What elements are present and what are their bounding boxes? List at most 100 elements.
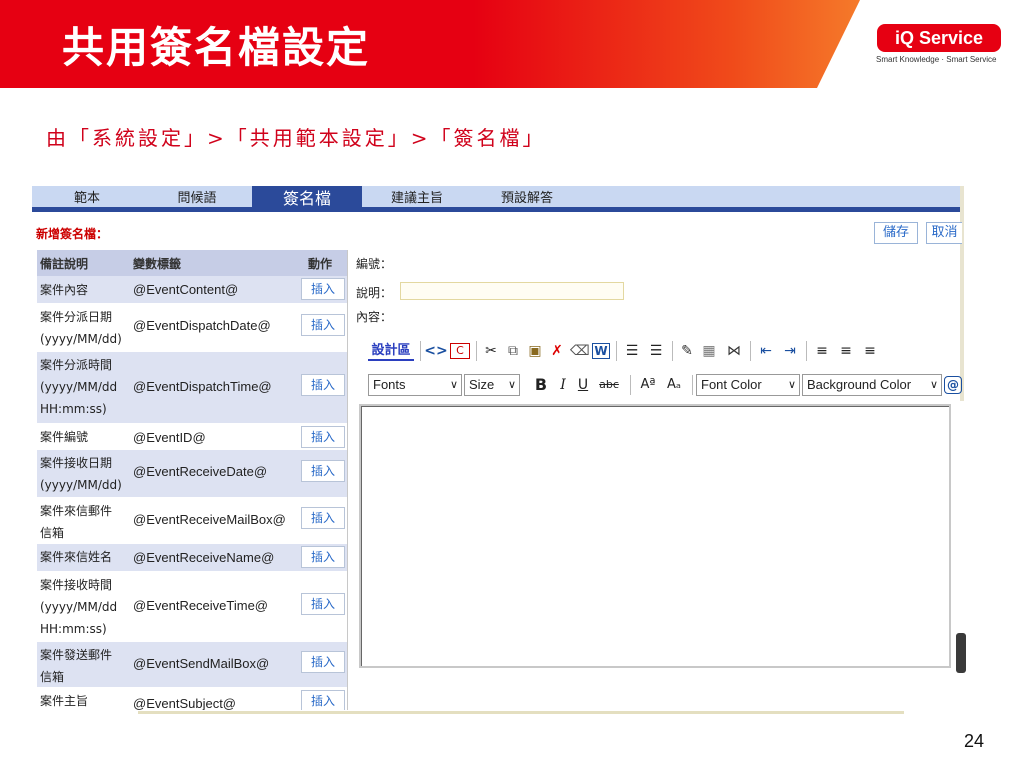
toolbar-separator bbox=[616, 341, 617, 361]
tab-template[interactable]: 範本 bbox=[32, 186, 142, 212]
align-left-icon[interactable]: ≡ bbox=[812, 341, 832, 361]
insert-button[interactable]: 插入 bbox=[301, 593, 345, 615]
row-desc: 案件接收時間 (yyyy/MM/dd HH:mm:ss) bbox=[40, 578, 118, 636]
horizontal-rule-icon[interactable]: ⋈ bbox=[722, 341, 746, 361]
tab-signature[interactable]: 簽名檔 bbox=[252, 186, 362, 212]
row-desc: 案件來信郵件 信箱 bbox=[40, 504, 113, 540]
font-color-select[interactable]: Font Color ∨ bbox=[696, 374, 800, 396]
paste-icon[interactable]: ⧉ bbox=[504, 341, 522, 361]
table-row: 案件分派時間 (yyyy/MM/dd HH:mm:ss) @EventDispa… bbox=[37, 352, 347, 424]
row-var: @EventReceiveName@ bbox=[133, 550, 275, 565]
align-right-icon[interactable]: ≡ bbox=[860, 341, 880, 361]
insert-button[interactable]: 插入 bbox=[301, 546, 345, 568]
row-var: @EventSubject@ bbox=[133, 696, 236, 710]
paste-word-icon[interactable]: ▣ bbox=[526, 341, 544, 361]
table-row: 案件接收時間 (yyyy/MM/dd HH:mm:ss) @EventRecei… bbox=[37, 572, 347, 642]
settings-screenshot: 範本 問候語 簽名檔 建議主旨 預設解答 新增簽名檔： 儲存 取消 備註說明 變… bbox=[32, 186, 966, 716]
table-header: 備註說明 變數標籤 動作 bbox=[37, 250, 347, 276]
description-input[interactable] bbox=[400, 282, 624, 300]
table-row: 案件來信郵件 信箱 @EventReceiveMailBox@ 插入 bbox=[37, 498, 347, 544]
row-desc: 案件分派日期 (yyyy/MM/dd) bbox=[40, 310, 122, 346]
background-color-select-value: Background Color bbox=[807, 377, 912, 392]
outdent-icon[interactable]: ⇤ bbox=[756, 341, 776, 361]
slide-banner: 共用簽名檔設定 iQ Service Smart Knowledge · Sma… bbox=[0, 0, 1024, 88]
toolbar-separator bbox=[630, 375, 631, 395]
toolbar-separator bbox=[672, 341, 673, 361]
strikethrough-button[interactable]: abc bbox=[596, 375, 622, 395]
slide-title: 共用簽名檔設定 bbox=[62, 23, 371, 72]
pen-icon[interactable]: ✎ bbox=[678, 341, 696, 361]
eraser-icon[interactable]: ⌫ bbox=[570, 341, 590, 361]
panel-edge bbox=[960, 186, 964, 401]
page-number: 24 bbox=[964, 731, 985, 751]
signature-content-editor[interactable] bbox=[359, 404, 951, 668]
align-center-icon[interactable]: ≡ bbox=[836, 341, 856, 361]
bold-button[interactable]: B bbox=[532, 375, 550, 395]
word-icon[interactable]: W bbox=[592, 343, 610, 359]
chevron-down-icon: ∨ bbox=[507, 379, 516, 391]
id-label: 編號： bbox=[356, 257, 393, 271]
row-desc: 案件編號 bbox=[40, 430, 89, 444]
background-color-select[interactable]: Background Color ∨ bbox=[802, 374, 942, 396]
table-row: 案件發送郵件 信箱 @EventSendMailBox@ 插入 bbox=[37, 642, 347, 688]
row-desc: 案件主旨 bbox=[40, 694, 89, 708]
iq-service-logo: iQ Service bbox=[877, 24, 1001, 52]
variable-table: 備註說明 變數標籤 動作 案件內容 @EventContent@ 插入 案件分派… bbox=[37, 250, 348, 710]
source-code-icon[interactable]: <> bbox=[424, 341, 448, 361]
table-icon[interactable]: ▦ bbox=[700, 341, 718, 361]
bottom-divider bbox=[138, 711, 904, 714]
chevron-down-icon: ∨ bbox=[929, 379, 938, 391]
row-var: @EventDispatchTime@ bbox=[133, 379, 272, 394]
tab-default-answer[interactable]: 預設解答 bbox=[472, 186, 582, 212]
editor-toolbar-bottom: Fonts ∨ Size ∨ B I U abc Aª Aₐ Font Color ∨… bbox=[366, 372, 966, 398]
insert-button[interactable]: 插入 bbox=[301, 278, 345, 300]
insert-button[interactable]: 插入 bbox=[301, 507, 345, 529]
insert-button[interactable]: 插入 bbox=[301, 651, 345, 673]
row-desc: 案件內容 bbox=[40, 283, 89, 297]
copy-icon[interactable]: C bbox=[450, 343, 470, 359]
delete-icon[interactable]: ✗ bbox=[548, 341, 566, 361]
underline-button[interactable]: U bbox=[574, 375, 592, 395]
content-label: 內容： bbox=[356, 310, 393, 324]
save-button[interactable]: 儲存 bbox=[874, 222, 918, 244]
cut-icon[interactable]: ✂ bbox=[482, 341, 500, 361]
row-var: @EventReceiveMailBox@ bbox=[133, 512, 286, 527]
row-var: @EventContent@ bbox=[133, 282, 239, 297]
unordered-list-icon[interactable]: ☰ bbox=[646, 341, 666, 361]
ordered-list-icon[interactable]: ☰ bbox=[622, 341, 642, 361]
table-row: 案件分派日期 (yyyy/MM/dd) @EventDispatchDate@ … bbox=[37, 304, 347, 352]
fonts-select-value: Fonts bbox=[373, 377, 406, 392]
new-signature-label: 新增簽名檔： bbox=[36, 227, 109, 241]
toolbar-separator bbox=[420, 341, 421, 361]
table-row: 案件主旨 @EventSubject@ 插入 bbox=[37, 688, 347, 710]
row-var: @EventSendMailBox@ bbox=[133, 656, 270, 671]
toolbar-separator bbox=[750, 341, 751, 361]
cancel-button[interactable]: 取消 bbox=[926, 222, 962, 244]
insert-button[interactable]: 插入 bbox=[301, 690, 345, 710]
insert-button[interactable]: 插入 bbox=[301, 374, 345, 396]
scroll-handle bbox=[956, 633, 966, 673]
subscript-button[interactable]: Aₐ bbox=[662, 375, 686, 395]
toolbar-separator bbox=[692, 375, 693, 395]
desc-label: 說明： bbox=[356, 286, 393, 300]
table-row: 案件來信姓名 @EventReceiveName@ 插入 bbox=[37, 544, 347, 572]
table-row: 案件內容 @EventContent@ 插入 bbox=[37, 276, 347, 304]
tab-suggested-subject[interactable]: 建議主旨 bbox=[362, 186, 472, 212]
italic-button[interactable]: I bbox=[556, 375, 570, 395]
design-mode-button[interactable]: 設計區 bbox=[368, 341, 414, 361]
superscript-button[interactable]: Aª bbox=[636, 375, 660, 395]
link-icon[interactable]: @ bbox=[944, 376, 962, 394]
header-desc: 備註說明 bbox=[40, 257, 89, 271]
chevron-down-icon: ∨ bbox=[449, 379, 458, 391]
toolbar-separator bbox=[476, 341, 477, 361]
insert-button[interactable]: 插入 bbox=[301, 314, 345, 336]
insert-button[interactable]: 插入 bbox=[301, 426, 345, 448]
insert-button[interactable]: 插入 bbox=[301, 460, 345, 482]
row-var: @EventReceiveTime@ bbox=[133, 598, 269, 613]
row-desc: 案件發送郵件 信箱 bbox=[40, 648, 113, 684]
indent-icon[interactable]: ⇥ bbox=[780, 341, 800, 361]
tab-greeting[interactable]: 問候語 bbox=[142, 186, 252, 212]
table-row: 案件編號 @EventID@ 插入 bbox=[37, 424, 347, 450]
fonts-select[interactable]: Fonts ∨ bbox=[368, 374, 462, 396]
size-select[interactable]: Size ∨ bbox=[464, 374, 520, 396]
